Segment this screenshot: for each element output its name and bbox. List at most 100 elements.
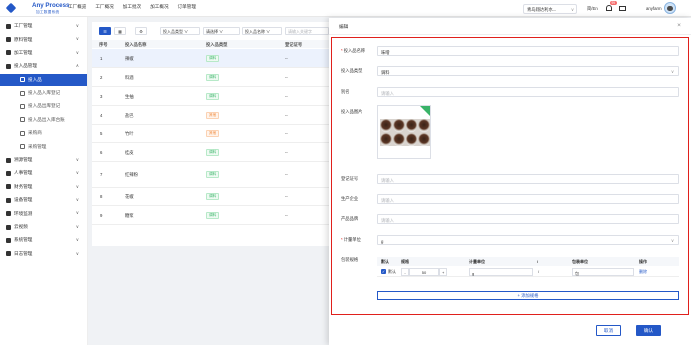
row-name: 糖浆 — [125, 213, 134, 218]
sidebar-item[interactable]: 设备管理 ∨ — [0, 194, 87, 206]
topnav-item[interactable]: 工厂概览 — [68, 4, 86, 10]
logo-mark-icon — [5, 2, 17, 14]
type-badge: 调料 — [206, 193, 220, 200]
sidebar-item[interactable]: 溯源管理 ∨ — [0, 154, 87, 166]
chevron-icon: ∨ — [75, 170, 79, 176]
table-row[interactable]: 6 桂皮 调料 -- — [92, 143, 329, 162]
sidebar-item[interactable]: 财务管理 ∨ — [0, 181, 87, 193]
sidebar-item[interactable]: 投入品出库登记 — [0, 100, 87, 112]
cancel-button[interactable]: 取消 — [596, 325, 621, 336]
spec-col: 默认 — [381, 259, 389, 264]
avatar[interactable] — [664, 2, 676, 14]
table-row[interactable]: 1 辣椒 调料 -- — [92, 49, 329, 68]
reg-input[interactable]: 请输入 — [377, 174, 679, 184]
topnav-item[interactable]: 加工概况 — [150, 4, 168, 10]
type-filter[interactable]: 投入品类型 ∨ — [160, 27, 200, 35]
sidebar-item[interactable]: 环境监测 ∨ — [0, 207, 87, 219]
username[interactable]: anyfarm — [646, 6, 662, 11]
qty-minus-button[interactable]: - — [401, 268, 409, 276]
row-reg: -- — [285, 194, 288, 199]
brand-input[interactable]: 请输入 — [377, 214, 679, 224]
bell-icon[interactable]: 99 — [606, 1, 617, 11]
image-label: 投入品图片 — [341, 109, 363, 114]
type-badge: 调料 — [206, 55, 220, 62]
close-icon[interactable]: × — [677, 22, 681, 29]
row-reg: -- — [285, 172, 288, 177]
chevron-down-icon: ∨ — [670, 238, 674, 243]
sidebar-item-label: 采购商 — [28, 130, 42, 136]
circle-icon — [20, 77, 25, 83]
topnav-item[interactable]: 工厂概况 — [95, 4, 113, 10]
language-switch[interactable]: 简/En — [587, 6, 598, 12]
sidebar-item[interactable]: 系统管理 ∨ — [0, 234, 87, 246]
table-row[interactable]: 2 料酒 调料 -- — [92, 68, 329, 87]
unit-select[interactable]: g ∨ — [377, 235, 679, 245]
type-badge: 调料 — [206, 212, 220, 219]
sidebar-item[interactable]: 投入品 — [0, 73, 87, 86]
type-select[interactable]: 请选择 ∨ — [203, 27, 240, 35]
chevron-icon: ∨ — [75, 183, 79, 189]
sidebar-item[interactable]: 投入品管理 ∧ — [0, 60, 87, 72]
grid-view-button[interactable]: ▦ — [114, 27, 126, 35]
chevron-icon: ∨ — [75, 23, 79, 28]
type-badge: 调料 — [206, 93, 220, 100]
table-row[interactable]: 3 生抽 调料 -- — [92, 87, 329, 106]
table-row[interactable]: 7 红辣粉 调料 -- — [92, 162, 329, 188]
sidebar-item[interactable]: 云视频 ∨ — [0, 221, 87, 233]
spec-row: ✓ 默认 - 50 + g / 包 删除 — [377, 266, 679, 277]
topnav-item[interactable]: 加工批次 — [123, 4, 141, 10]
add-spec-button[interactable]: + 添加规格 — [377, 291, 679, 300]
sidebar-item[interactable]: 投入品入库登记 — [0, 87, 87, 99]
type-value: 调料 — [381, 69, 390, 75]
outbound-icon — [20, 103, 25, 109]
default-checkbox[interactable]: ✓ — [381, 269, 386, 274]
input-icon — [6, 63, 11, 69]
row-reg: -- — [285, 150, 288, 155]
maker-input[interactable]: 请输入 — [377, 194, 679, 204]
chevron-icon: ∨ — [75, 223, 79, 229]
settings-icon[interactable]: ⚙ — [135, 27, 147, 35]
app-logo[interactable]: Any Process 加工数据系统 — [5, 1, 70, 16]
inbound-icon — [20, 90, 25, 96]
table-row[interactable]: 9 糖浆 调料 -- — [92, 206, 329, 225]
env-icon — [6, 211, 11, 217]
table-row[interactable]: 4 盐巴 其他 -- — [92, 106, 329, 125]
list-view-button[interactable]: ☰ — [99, 27, 111, 35]
spec-col: 规格 — [401, 259, 409, 264]
keyword-input[interactable]: 请输入关键字 — [285, 27, 329, 35]
name-filter-label: 投入品名称 — [245, 29, 265, 34]
type-select-field[interactable]: 调料 ∨ — [377, 66, 679, 76]
sidebar-item[interactable]: 原料管理 ∨ — [0, 33, 87, 45]
sidebar-item-label: 系统管理 — [14, 237, 33, 243]
topnav-item[interactable]: 订单管理 — [178, 4, 196, 10]
sidebar-item[interactable]: 加工管理 ∨ — [0, 47, 87, 59]
top-bar: Any Process 加工数据系统 工厂概览 工厂概况 加工批次 加工概况 订… — [0, 0, 691, 17]
sidebar-item[interactable]: 采购管理 — [0, 141, 87, 153]
sidebar-item[interactable]: 工厂管理 ∨ — [0, 20, 87, 32]
delete-link[interactable]: 删除 — [639, 269, 647, 275]
product-image-upload[interactable] — [377, 105, 431, 159]
qty-plus-button[interactable]: + — [439, 268, 447, 276]
sidebar-item[interactable]: 人事管理 ∨ — [0, 167, 87, 179]
org-selector[interactable]: 青岛翔达利水... ∨ — [523, 4, 577, 14]
confirm-button[interactable]: 确认 — [636, 325, 661, 336]
qty-input[interactable]: 50 — [409, 268, 439, 276]
type-badge: 调料 — [206, 171, 220, 178]
row-name: 料酒 — [125, 75, 134, 80]
pack-unit-select[interactable]: 包 — [572, 268, 634, 276]
sidebar-item[interactable]: 采购商 — [0, 127, 87, 139]
sidebar-item[interactable]: 投入品出入库台账 — [0, 114, 87, 126]
table-row[interactable]: 8 花椒 调料 -- — [92, 188, 329, 206]
sidebar-item[interactable]: 日志管理 ∨ — [0, 248, 87, 260]
trace-icon — [6, 157, 11, 163]
name-label: *投入品名称 — [341, 48, 366, 53]
name-input[interactable]: 味噌 — [377, 46, 679, 56]
spec-unit-select[interactable]: g — [469, 268, 533, 276]
sidebar-item-label: 日志管理 — [14, 250, 33, 256]
alias-input[interactable]: 请输入 — [377, 87, 679, 97]
mail-icon[interactable] — [619, 6, 626, 11]
product-photo — [380, 119, 430, 146]
name-filter[interactable]: 投入品名称 ∨ — [242, 27, 282, 35]
table-row[interactable]: 5 竹叶 其他 -- — [92, 125, 329, 143]
sidebar-item-label: 云视频 — [14, 224, 28, 229]
